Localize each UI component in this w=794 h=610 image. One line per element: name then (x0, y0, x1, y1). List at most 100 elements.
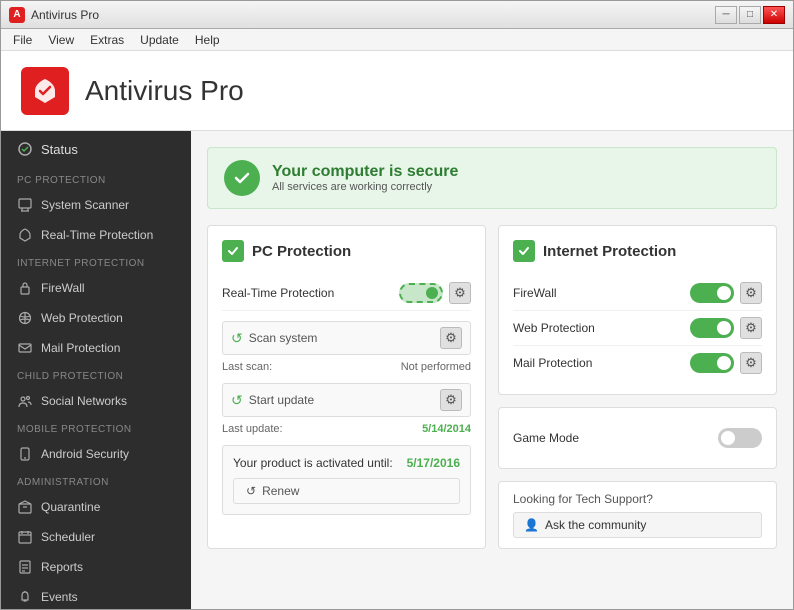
firewall-toggle-label: FireWall (513, 286, 557, 300)
report-icon (17, 559, 33, 575)
events-label: Events (41, 590, 78, 604)
sidebar: Status PC PROTECTION System Scanner Real… (1, 131, 191, 609)
tech-support-title: Looking for Tech Support? (513, 492, 762, 506)
sidebar-item-system-scanner[interactable]: System Scanner (1, 190, 191, 220)
maximize-button[interactable]: □ (739, 6, 761, 24)
status-sub-text: All services are working correctly (272, 181, 458, 193)
sidebar-item-mail-protection[interactable]: Mail Protection (1, 333, 191, 363)
activation-section: Your product is activated until: 5/17/20… (222, 445, 471, 515)
app-title: Antivirus Pro (85, 75, 244, 107)
globe-icon (17, 310, 33, 326)
box-icon (17, 499, 33, 515)
menu-extras[interactable]: Extras (82, 31, 132, 49)
sidebar-item-web-protection[interactable]: Web Protection (1, 303, 191, 333)
update-section: ↺ Start update ⚙ Last update: 5/14/2014 (222, 383, 471, 435)
pc-panel-header: PC Protection (222, 240, 471, 262)
sidebar-item-events[interactable]: Events (1, 582, 191, 609)
realtime-gear-button[interactable]: ⚙ (449, 282, 471, 304)
app-logo (21, 67, 69, 115)
firewall-toggle[interactable] (690, 283, 734, 303)
web-toggle-controls: ⚙ (690, 317, 762, 339)
title-bar: A Antivirus Pro ─ □ ✕ (1, 1, 793, 29)
realtime-label: Real-Time Protection (41, 228, 153, 242)
update-gear-button[interactable]: ⚙ (440, 389, 462, 411)
internet-protection-panel: Internet Protection FireWall ⚙ (498, 225, 777, 395)
calendar-icon (17, 529, 33, 545)
section-administration: ADMINISTRATION (1, 469, 191, 492)
sidebar-item-quarantine[interactable]: Quarantine (1, 492, 191, 522)
sidebar-item-status[interactable]: Status (1, 131, 191, 167)
scan-action-row: ↺ Scan system ⚙ (222, 321, 471, 355)
game-mode-toggle[interactable] (718, 428, 762, 448)
people-icon (17, 393, 33, 409)
realtime-toggle-controls: ⚙ (399, 282, 471, 304)
last-scan-label: Last scan: (222, 361, 272, 373)
sidebar-status-label: Status (41, 142, 78, 157)
menu-bar: File View Extras Update Help (1, 29, 793, 51)
menu-help[interactable]: Help (187, 31, 228, 49)
scan-icon: ↺ (231, 330, 243, 347)
bell-icon (17, 589, 33, 605)
main-window: A Antivirus Pro ─ □ ✕ File View Extras U… (0, 0, 794, 610)
mail-toggle[interactable] (690, 353, 734, 373)
mail-protection-label: Mail Protection (41, 341, 120, 355)
reports-label: Reports (41, 560, 83, 574)
community-icon: 👤 (524, 518, 539, 532)
window-title: Antivirus Pro (31, 8, 99, 22)
section-mobile-protection: MOBILE PROTECTION (1, 416, 191, 439)
community-button[interactable]: 👤 Ask the community (513, 512, 762, 538)
sidebar-item-firewall[interactable]: FireWall (1, 273, 191, 303)
sidebar-item-reports[interactable]: Reports (1, 552, 191, 582)
scan-gear-button[interactable]: ⚙ (440, 327, 462, 349)
menu-file[interactable]: File (5, 31, 40, 49)
app-header: Antivirus Pro (1, 51, 793, 131)
internet-panel-header: Internet Protection (513, 240, 762, 262)
firewall-toggle-controls: ⚙ (690, 282, 762, 304)
mail-gear-button[interactable]: ⚙ (740, 352, 762, 374)
monitor-icon (17, 197, 33, 213)
system-scanner-label: System Scanner (41, 198, 129, 212)
sidebar-item-android-security[interactable]: Android Security (1, 439, 191, 469)
game-mode-toggle-controls (718, 428, 762, 448)
pc-check-icon (222, 240, 244, 262)
community-label: Ask the community (545, 518, 646, 532)
status-main-text: Your computer is secure (272, 163, 458, 181)
phone-icon (17, 446, 33, 462)
update-icon: ↺ (231, 392, 243, 409)
update-info: Last update: 5/14/2014 (222, 423, 471, 435)
renew-button[interactable]: ↺ Renew (233, 478, 460, 504)
web-toggle-label: Web Protection (513, 321, 595, 335)
realtime-toggle-row: Real-Time Protection ⚙ (222, 276, 471, 311)
realtime-toggle[interactable] (399, 283, 443, 303)
scan-info: Last scan: Not performed (222, 361, 471, 373)
menu-update[interactable]: Update (132, 31, 187, 49)
close-button[interactable]: ✕ (763, 6, 785, 24)
last-update-label: Last update: (222, 423, 283, 435)
firewall-gear-button[interactable]: ⚙ (740, 282, 762, 304)
social-networks-label: Social Networks (41, 394, 127, 408)
panels-grid: PC Protection Real-Time Protection ⚙ (207, 225, 777, 549)
activation-label: Your product is activated until: (233, 456, 393, 470)
pc-protection-panel: PC Protection Real-Time Protection ⚙ (207, 225, 486, 549)
sidebar-item-scheduler[interactable]: Scheduler (1, 522, 191, 552)
game-mode-panel: Game Mode (498, 407, 777, 469)
sidebar-item-social-networks[interactable]: Social Networks (1, 386, 191, 416)
web-toggle[interactable] (690, 318, 734, 338)
web-toggle-row: Web Protection ⚙ (513, 311, 762, 346)
update-action-row: ↺ Start update ⚙ (222, 383, 471, 417)
scan-section: ↺ Scan system ⚙ Last scan: Not performed (222, 321, 471, 373)
last-update-value: 5/14/2014 (422, 423, 471, 435)
app-icon: A (9, 7, 25, 23)
minimize-button[interactable]: ─ (715, 6, 737, 24)
status-banner-text: Your computer is secure All services are… (272, 163, 458, 193)
sidebar-item-realtime[interactable]: Real-Time Protection (1, 220, 191, 250)
mail-toggle-controls: ⚙ (690, 352, 762, 374)
game-mode-label: Game Mode (513, 431, 579, 445)
android-security-label: Android Security (41, 447, 129, 461)
renew-label: Renew (262, 484, 299, 498)
web-gear-button[interactable]: ⚙ (740, 317, 762, 339)
section-internet-protection: INTERNET PROTECTION (1, 250, 191, 273)
menu-view[interactable]: View (40, 31, 82, 49)
activation-row: Your product is activated until: 5/17/20… (233, 456, 460, 470)
web-protection-label: Web Protection (41, 311, 123, 325)
